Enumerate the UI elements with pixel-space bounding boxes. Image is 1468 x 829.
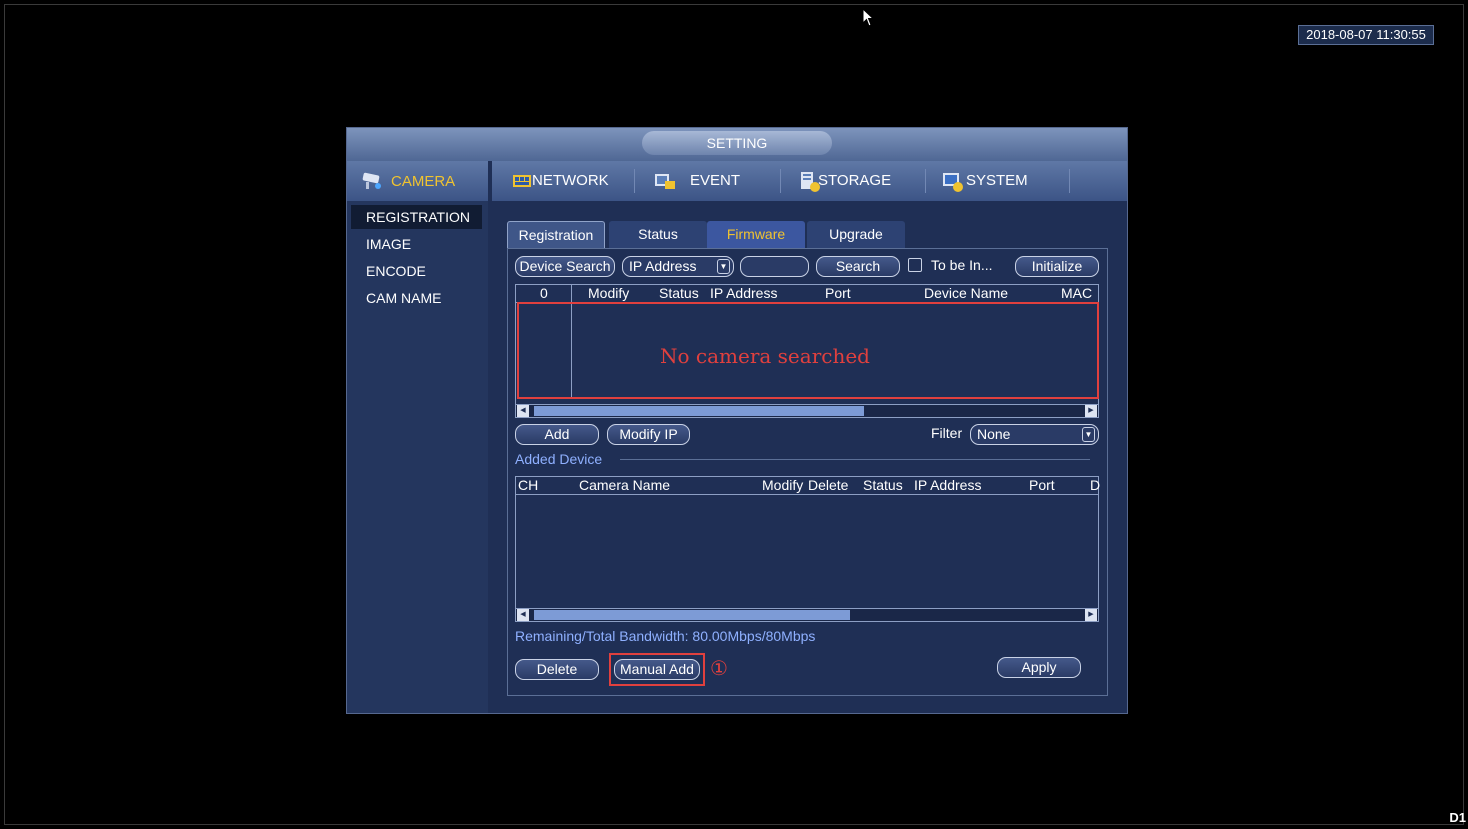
nav-system-label: SYSTEM [966,172,1028,189]
tab-upgrade[interactable]: Upgrade [807,221,905,248]
nav-event-label: EVENT [690,172,741,189]
apply-button[interactable]: Apply [997,657,1081,678]
nav-divider [780,169,781,193]
table-header-cell: D [1090,477,1101,493]
search-table-scrollbar[interactable]: ◀ ▶ [516,404,1098,417]
section-divider [620,459,1090,460]
chevron-down-icon: ▼ [717,259,730,274]
added-device-title: Added Device [515,451,603,467]
scrollbar-thumb[interactable] [534,610,850,620]
scrollbar-thumb[interactable] [534,406,864,416]
table-header-cell: Port [1029,477,1055,493]
manual-add-button[interactable]: Manual Add [614,659,700,680]
nav-divider [1069,169,1070,193]
camera-icon [362,172,381,189]
no-camera-message: No camera searched [660,344,870,368]
system-icon [943,173,963,192]
to-be-initialized-label: To be In... [931,257,993,273]
sidebar-item-cam-name[interactable]: CAM NAME [351,286,482,310]
added-table-scrollbar[interactable]: ◀ ▶ [516,608,1098,621]
scroll-right-icon[interactable]: ▶ [1085,609,1097,621]
add-button[interactable]: Add [515,424,599,445]
ip-type-select[interactable]: IP Address ▼ [622,256,734,277]
sidebar: CAMERA REGISTRATION IMAGE ENCODE CAM NAM… [347,161,488,713]
nav-divider [925,169,926,193]
table-header-cell: IP Address [914,477,982,493]
tab-status[interactable]: Status [609,221,707,248]
mouse-cursor-icon [862,8,875,27]
table-header-cell: Modify [762,477,804,493]
bandwidth-status: Remaining/Total Bandwidth: 80.00Mbps/80M… [515,628,816,644]
sidebar-header-camera[interactable]: CAMERA [347,161,488,201]
table-header-cell: Delete [808,477,849,493]
search-button[interactable]: Search [816,256,900,277]
nav-divider [634,169,635,193]
scroll-right-icon[interactable]: ▶ [1085,405,1097,417]
table-header-cell: IP Address [710,285,778,301]
channel-corner-label: D1 [1449,810,1466,825]
table-header-cell: MAC [1061,285,1093,301]
search-ip-input[interactable] [740,256,809,277]
top-nav: NETWORK EVENT STORAGE SYSTEM [492,161,1127,201]
device-search-button[interactable]: Device Search [515,256,615,277]
sidebar-header-label: CAMERA [391,173,456,190]
delete-button[interactable]: Delete [515,659,599,680]
network-icon [513,175,531,187]
filter-value: None [977,426,1011,442]
clock-display: 2018-08-07 11:30:55 [1298,25,1434,45]
window-title: SETTING [642,131,832,155]
sidebar-item-registration[interactable]: REGISTRATION [351,205,482,229]
settings-window: SETTING CAMERA REGISTRATION IMAGE ENCODE… [346,127,1128,714]
table-header-cell: 0 [540,285,548,301]
table-header-cell: Camera Name [579,477,671,493]
added-device-table: CH Camera Name Modify Delete Status IP A… [515,476,1101,622]
nav-storage-label: STORAGE [818,172,892,189]
filter-select[interactable]: None ▼ [970,424,1099,445]
scroll-left-icon[interactable]: ◀ [517,405,529,417]
sidebar-item-encode[interactable]: ENCODE [351,259,482,283]
table-header-cell: Status [863,477,903,493]
window-titlebar: SETTING [347,128,1127,161]
table-header-cell: Modify [588,285,630,301]
table-header-cell: Status [659,285,699,301]
table-header-cell: CH [518,477,539,493]
tab-firmware[interactable]: Firmware [707,221,805,248]
chevron-down-icon: ▼ [1082,427,1095,442]
ip-type-value: IP Address [629,258,697,274]
to-be-initialized-checkbox[interactable] [908,258,922,272]
scroll-left-icon[interactable]: ◀ [517,609,529,621]
table-header-cell: Port [825,285,851,301]
table-header-cell: Device Name [924,285,1009,301]
table-divider [516,494,1098,495]
initialize-button[interactable]: Initialize [1015,256,1099,277]
sidebar-item-image[interactable]: IMAGE [351,232,482,256]
modify-ip-button[interactable]: Modify IP [607,424,690,445]
tab-registration[interactable]: Registration [507,221,605,248]
filter-label: Filter [931,425,963,441]
nav-network-label: NETWORK [532,172,609,189]
event-icon [655,174,675,189]
step-marker: ① [710,656,728,680]
